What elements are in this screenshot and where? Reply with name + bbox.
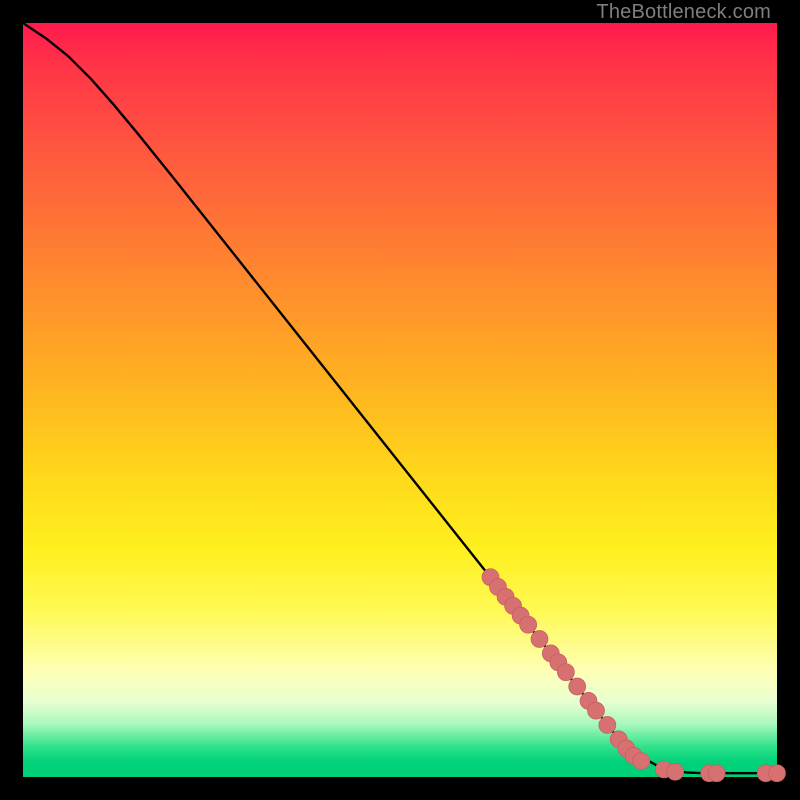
data-point-marker (569, 678, 586, 695)
data-point-marker (633, 753, 650, 770)
data-point-marker (708, 765, 725, 782)
line-series (23, 23, 777, 773)
data-point-marker (599, 716, 616, 733)
data-point-marker (769, 765, 786, 782)
data-point-marker (520, 616, 537, 633)
watermark-text: TheBottleneck.com (596, 1, 771, 24)
marker-group (482, 569, 786, 782)
data-point-marker (557, 664, 574, 681)
chart-svg (23, 23, 777, 777)
data-point-marker (531, 631, 548, 648)
plot-area: TheBottleneck.com (23, 23, 777, 777)
data-point-marker (667, 763, 684, 780)
data-point-marker (588, 702, 605, 719)
